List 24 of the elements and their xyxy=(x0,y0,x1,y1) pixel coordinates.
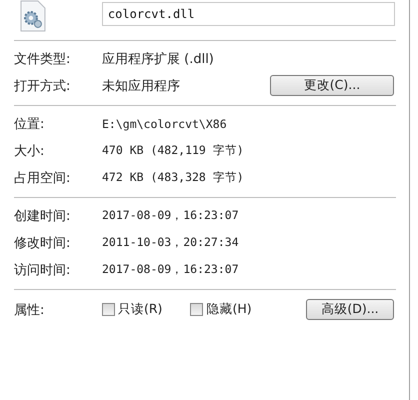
field-value: 470 KB (482,119 字节) xyxy=(102,143,244,158)
field-label: 修改时间: xyxy=(14,234,72,252)
field-label: 访问时间: xyxy=(14,262,72,278)
field-label: 位置: xyxy=(14,116,46,132)
field-value: 2017-08-09，16:23:07 xyxy=(102,208,239,223)
checkbox[interactable] xyxy=(102,303,115,316)
field-label: 打开方式: xyxy=(14,78,72,94)
field-label: 占用空间: xyxy=(14,170,72,186)
checkbox-label[interactable]: 只读(R) xyxy=(118,301,162,318)
advanced-button[interactable]: 高级(D)... xyxy=(306,299,394,320)
checkbox-label[interactable]: 隐藏(H) xyxy=(206,301,252,318)
field-label: 创建时间: xyxy=(14,208,72,224)
file-name-field[interactable]: colorcvt.dll xyxy=(102,2,395,26)
field-value: 472 KB (483,328 字节) xyxy=(102,170,244,185)
field-value: 未知应用程序 xyxy=(102,78,180,94)
checkbox[interactable] xyxy=(190,303,204,316)
field-label: 大小: xyxy=(14,142,46,160)
field-value: 应用程序扩展 (.dll) xyxy=(102,50,214,68)
field-label: 文件类型: xyxy=(14,50,72,68)
field-value: 2017-08-09，16:23:07 xyxy=(102,262,239,277)
field-value: 2011-10-03，20:27:34 xyxy=(102,235,239,250)
change-button[interactable]: 更改(C)... xyxy=(270,75,394,96)
field-value: E:\gm\colorcvt\X86 xyxy=(102,116,227,130)
field-label: 属性: xyxy=(14,302,46,318)
